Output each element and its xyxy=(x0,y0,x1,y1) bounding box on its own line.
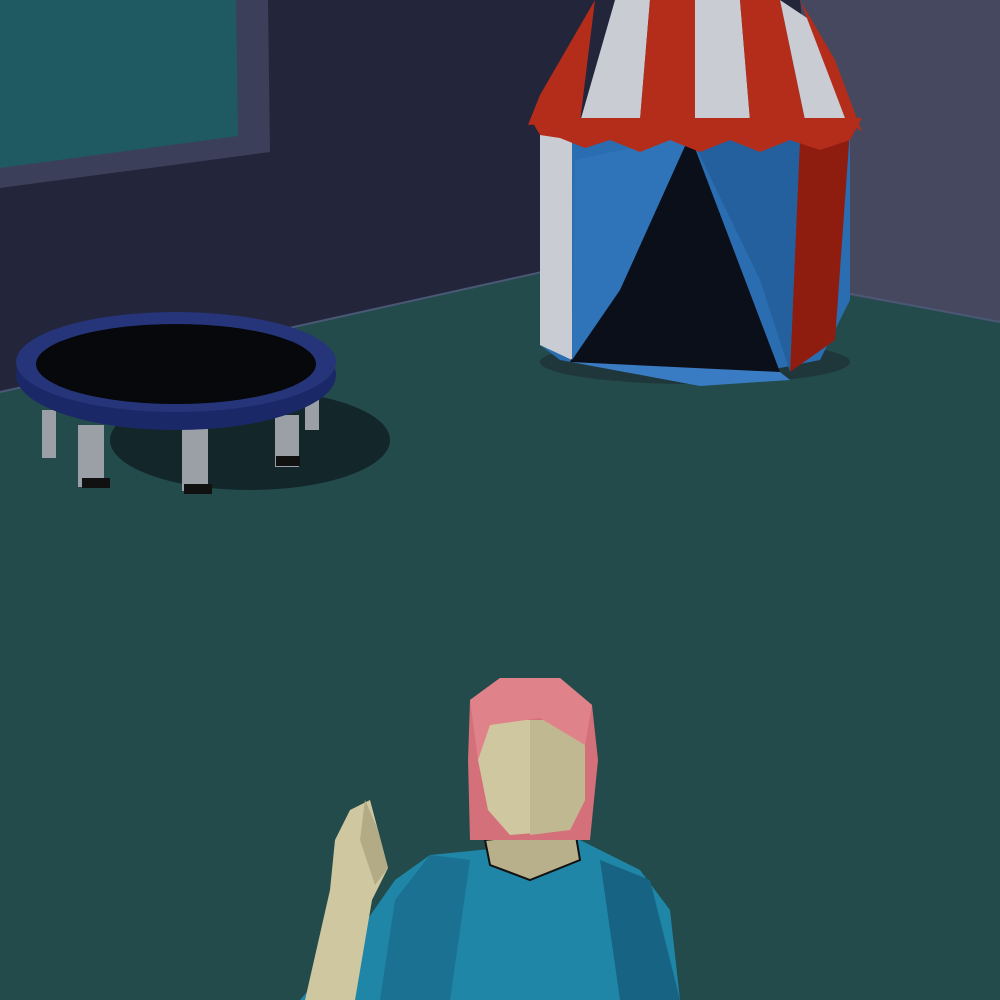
scene xyxy=(0,0,1000,1000)
circus-tent xyxy=(528,0,862,386)
